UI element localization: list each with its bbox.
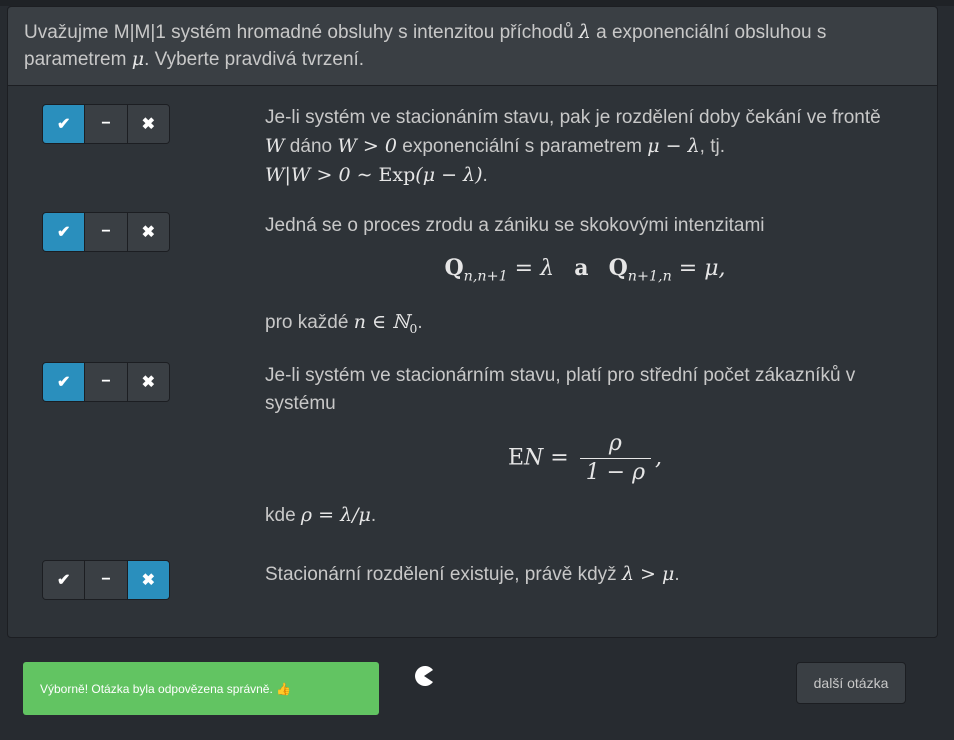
- statement-2: Jedná se o proces zrodu a zániku se skok…: [265, 212, 905, 343]
- question-panel: Uvažujme M|M|1 systém hromadné obsluhy s…: [7, 6, 938, 638]
- statement-3-text-3: .: [370, 505, 377, 526]
- fraction-denominator: 1 − ρ: [585, 460, 646, 485]
- answer-toggle-2: ✔ − ✖: [42, 212, 170, 252]
- question-heading: Uvažujme M|M|1 systém hromadné obsluhy s…: [8, 7, 937, 86]
- statement-2-display-equation: Qn,n+1 = λ a Qn+1,n = μ,: [265, 254, 905, 290]
- statement-3-text-2: kde: [265, 505, 301, 526]
- matrix-q-2: Q: [608, 255, 628, 281]
- mark-true-button[interactable]: ✔: [43, 213, 86, 251]
- statement-3: Je-li systém ve stacionárním stavu, plat…: [265, 362, 905, 530]
- mark-true-button[interactable]: ✔: [43, 363, 86, 401]
- equation-comma: ,: [655, 445, 663, 471]
- statement-2-math-n: n ∈ ℕ: [353, 311, 410, 334]
- statement-1-text-5: .: [482, 165, 488, 186]
- expectation-e: E: [507, 445, 525, 471]
- statement-4-math: λ > μ: [621, 563, 675, 585]
- question-text-a: Uvažujme M|M|1 systém hromadné obsluhy s…: [24, 22, 579, 43]
- equation-part-2: = μ,: [671, 256, 726, 281]
- statement-3-display-equation: EN = ρ1 − ρ,: [265, 430, 905, 487]
- fraction: ρ1 − ρ: [579, 430, 652, 487]
- answer-toggle-1: ✔ − ✖: [42, 104, 170, 144]
- mark-false-button[interactable]: ✖: [127, 561, 169, 599]
- next-question-button[interactable]: další otázka: [796, 662, 906, 704]
- mark-neutral-button[interactable]: −: [85, 561, 128, 599]
- statement-1-text-2: dáno: [284, 136, 338, 157]
- matrix-q: Q: [444, 255, 464, 281]
- question-text-c: . Vyberte pravdivá tvrzení.: [144, 49, 365, 70]
- statement-2-text-3: .: [417, 312, 423, 334]
- statement-1: Je-li systém ve stacionáním stavu, pak j…: [265, 104, 905, 190]
- statement-4-text: Stacionární rozdělení existuje, právě kd…: [265, 564, 622, 585]
- mu-symbol: μ: [131, 48, 145, 70]
- q-subscript-2: n+1,n: [627, 268, 672, 285]
- fraction-numerator: ρ: [579, 430, 652, 459]
- statement-2-text-2: pro každé: [265, 312, 354, 334]
- mark-true-button[interactable]: ✔: [43, 105, 86, 143]
- statement-4-text-2: .: [674, 564, 680, 585]
- statement-1-math-cond: W > 0: [337, 135, 397, 157]
- statement-3-text: Je-li systém ve stacionárním stavu, plat…: [265, 365, 856, 414]
- mark-false-button[interactable]: ✖: [127, 363, 169, 401]
- statement-2-text: Jedná se o proces zrodu a zániku se skok…: [265, 215, 765, 236]
- mark-false-button[interactable]: ✖: [127, 105, 169, 143]
- statement-1-text-4: , tj.: [699, 136, 726, 157]
- success-alert: Výborně! Otázka byla odpovězena správně.…: [23, 662, 379, 715]
- mark-neutral-button[interactable]: −: [85, 213, 128, 251]
- answer-toggle-3: ✔ − ✖: [42, 362, 170, 402]
- mark-neutral-button[interactable]: −: [85, 105, 128, 143]
- success-message: Výborně! Otázka byla odpovězena správně.…: [40, 681, 292, 696]
- equation-lhs: N =: [524, 445, 576, 471]
- statement-1-math-dist: W|W > 0 ∼: [265, 164, 379, 186]
- mark-true-button[interactable]: ✔: [43, 561, 86, 599]
- statement-1-math-w: W: [265, 135, 285, 157]
- answer-toggle-4: ✔ − ✖: [42, 560, 170, 600]
- mark-neutral-button[interactable]: −: [85, 363, 128, 401]
- statement-1-text: Je-li systém ve stacionáním stavu, pak j…: [265, 107, 881, 128]
- conjunction-a: a: [574, 255, 589, 281]
- statement-4: Stacionární rozdělení existuje, právě kd…: [265, 560, 905, 589]
- mark-false-button[interactable]: ✖: [127, 213, 169, 251]
- lambda-symbol: λ: [578, 21, 591, 43]
- pacman-icon: [415, 666, 433, 686]
- statement-1-text-3: exponenciální s parametrem: [396, 136, 648, 157]
- equation-part-1: = λ: [507, 256, 555, 281]
- statement-1-math-param: μ − λ: [647, 135, 700, 157]
- statement-1-math-exp: Exp: [378, 164, 416, 186]
- q-subscript-1: n,n+1: [463, 268, 508, 285]
- statement-1-math-arg: (μ − λ): [415, 164, 483, 186]
- statement-3-math-rho: ρ = λ/μ: [300, 504, 371, 526]
